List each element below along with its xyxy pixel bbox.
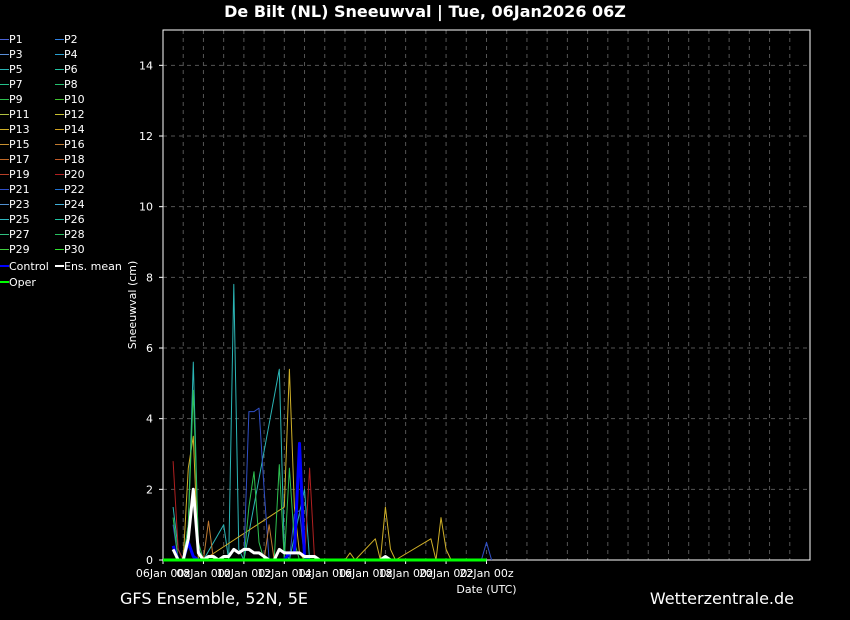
x-axis-label: Date (UTC) (456, 583, 516, 596)
y-tick-label: 10 (139, 201, 153, 214)
y-tick-label: 4 (146, 413, 153, 426)
y-tick-label: 2 (146, 483, 153, 496)
x-tick-label: 22Jan 00z (459, 567, 513, 580)
footer-site: Wetterzentrale.de (649, 589, 794, 608)
chart: 0246810121406Jan 00z08Jan 00z10Jan 00z12… (126, 29, 811, 596)
y-tick-label: 8 (146, 271, 153, 284)
footer-source: GFS Ensemble, 52N, 5E (120, 589, 308, 608)
y-tick-label: 0 (146, 554, 153, 567)
y-axis-label: Sneeuwval (cm) (126, 261, 139, 350)
series-line-p13 (172, 368, 452, 561)
y-tick-label: 12 (139, 130, 153, 143)
y-tick-label: 14 (139, 59, 153, 72)
y-tick-label: 6 (146, 342, 153, 355)
